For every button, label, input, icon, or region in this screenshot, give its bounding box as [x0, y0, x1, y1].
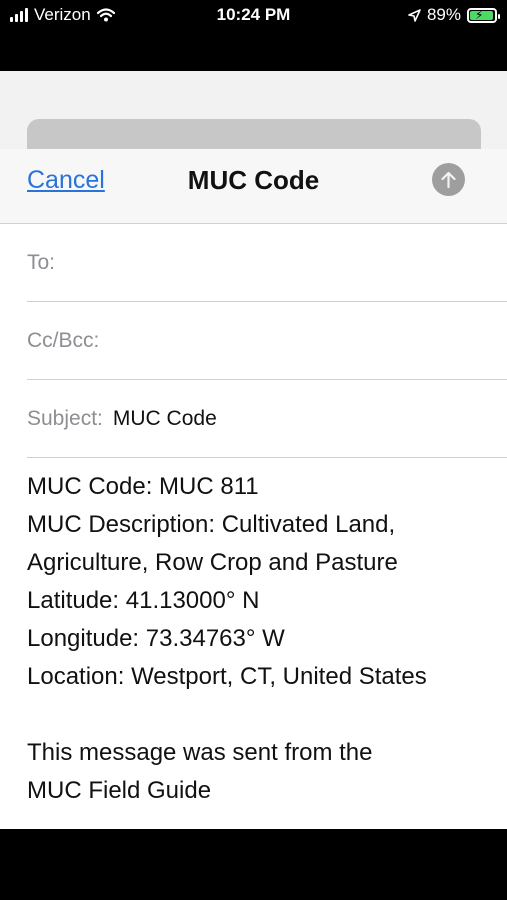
status-bar: Verizon 10:24 PM 89% ⚡	[0, 0, 507, 34]
body-line-description: MUC Description: Cultivated Land,	[27, 511, 396, 538]
cc-bcc-field[interactable]: Cc/Bcc:	[27, 302, 507, 380]
subject-field[interactable]: Subject: MUC Code	[27, 380, 507, 458]
compose-form: To: Cc/Bcc: Subject: MUC Code MUC Code: …	[0, 224, 507, 829]
location-arrow-icon	[408, 8, 421, 22]
compose-sheet: Cancel MUC Code To: Cc/Bcc: Subject: MUC…	[0, 71, 507, 829]
compose-title: MUC Code	[187, 165, 320, 195]
to-label: To:	[27, 250, 56, 274]
body-line-location: Location: Westport, CT, United States	[27, 663, 427, 690]
to-field[interactable]: To:	[27, 224, 507, 302]
subject-label: Subject:	[27, 406, 103, 430]
body-blank-line	[27, 696, 427, 734]
body-line-description-cont: Agriculture, Row Crop and Pasture	[27, 549, 398, 576]
body-line-muc-code: MUC Code: MUC 811	[27, 473, 259, 500]
cc-bcc-label: Cc/Bcc:	[27, 328, 100, 352]
compose-nav-bar: Cancel MUC Code	[0, 149, 507, 224]
status-bar-right: 89% ⚡	[408, 5, 500, 25]
battery-percent: 89%	[426, 5, 461, 24]
subject-value[interactable]: MUC Code	[113, 407, 217, 431]
arrow-up-icon	[441, 171, 456, 188]
message-body[interactable]: MUC Code: MUC 811 MUC Description: Culti…	[27, 468, 427, 810]
body-line-longitude: Longitude: 73.34763° W	[27, 625, 285, 652]
stacked-sheet-edge	[27, 119, 481, 149]
body-line-latitude: Latitude: 41.13000° N	[27, 587, 260, 614]
send-button[interactable]	[432, 163, 465, 196]
battery-icon: ⚡	[467, 7, 500, 23]
body-line-footer-cont: MUC Field Guide	[27, 777, 212, 804]
body-line-footer: This message was sent from the	[27, 739, 373, 766]
